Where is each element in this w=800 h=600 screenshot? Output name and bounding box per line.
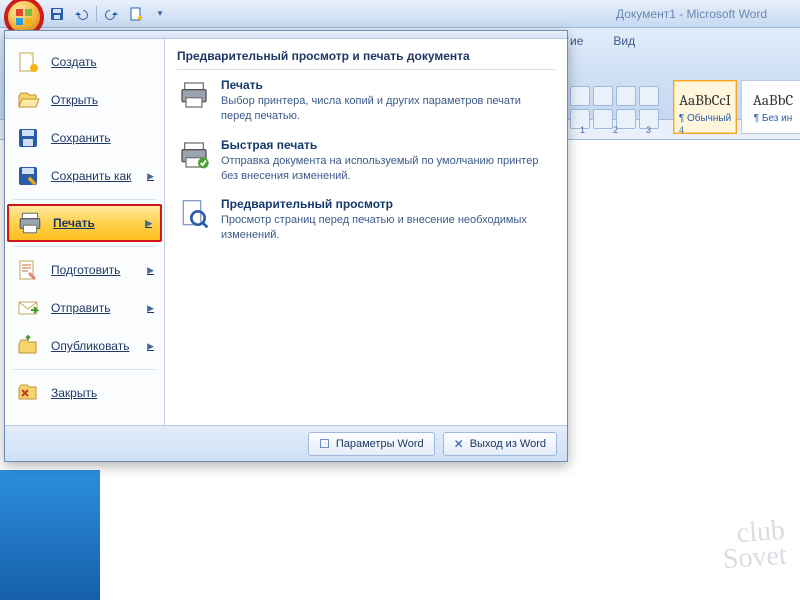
options-icon: ☐: [319, 437, 330, 451]
chevron-right-icon: ▶: [147, 265, 154, 276]
ruler-mark: 3: [646, 125, 651, 135]
menu-open[interactable]: Открыть: [7, 81, 162, 119]
title-bar: ▾ Документ1 - Microsoft Word: [0, 0, 800, 28]
submenu-print[interactable]: Печать Выбор принтера, числа копий и дру…: [177, 78, 555, 124]
send-icon: [15, 295, 41, 321]
multilevel-list-button[interactable]: [616, 86, 636, 106]
chevron-right-icon: ▶: [147, 341, 154, 352]
submenu-quick-print-title: Быстрая печать: [221, 138, 551, 152]
office-menu-footer: ☐ Параметры Word ✕ Выход из Word: [5, 425, 567, 461]
background-panel: [0, 470, 100, 600]
menu-separator: [13, 246, 156, 247]
submenu-print-title: Печать: [221, 78, 551, 92]
submenu-preview-desc: Просмотр страниц перед печатью и внесени…: [221, 213, 551, 243]
close-folder-icon: [15, 380, 41, 406]
close-icon: ✕: [454, 437, 464, 451]
qat-undo-button[interactable]: [72, 5, 90, 23]
bullet-list-button[interactable]: [570, 86, 590, 106]
menu-close[interactable]: Закрыть: [7, 374, 162, 412]
menu-create-label: Создать: [51, 55, 97, 69]
printer-icon: [17, 210, 43, 236]
save-icon: [15, 125, 41, 151]
exit-word-label: Выход из Word: [470, 438, 546, 450]
ribbon-tabs: ие Вид: [570, 28, 800, 52]
ribbon-paragraph-group: AaBbCcI ¶ Обычный AaBbC ¶ Без ин: [570, 80, 800, 134]
submenu-quick-print-desc: Отправка документа на используемый по ум…: [221, 154, 551, 184]
qat-separator: [96, 6, 97, 22]
qat-redo-button[interactable]: [103, 5, 121, 23]
new-doc-icon: [129, 7, 143, 21]
office-menu-right: Предварительный просмотр и печать докуме…: [165, 39, 567, 425]
word-options-label: Параметры Word: [336, 438, 424, 450]
style-normal-label: ¶ Обычный: [679, 113, 731, 124]
menu-separator: [13, 369, 156, 370]
ruler-mark: 4: [679, 125, 684, 135]
style-no-indent[interactable]: AaBbC ¶ Без ин: [741, 80, 800, 134]
chevron-right-icon: ▶: [145, 218, 152, 229]
menu-send[interactable]: Отправить ▶: [7, 289, 162, 327]
menu-save[interactable]: Сохранить: [7, 119, 162, 157]
align-center-button[interactable]: [593, 109, 613, 129]
menu-prepare[interactable]: Подготовить ▶: [7, 251, 162, 289]
office-logo-icon: [14, 7, 34, 27]
menu-print-label: Печать: [53, 216, 95, 230]
prepare-icon: [15, 257, 41, 283]
word-options-button[interactable]: ☐ Параметры Word: [308, 432, 435, 456]
redo-icon: [105, 7, 119, 21]
qat-save-button[interactable]: [48, 5, 66, 23]
menu-separator: [13, 199, 156, 200]
new-doc-icon: [15, 49, 41, 75]
printer-icon: [177, 78, 211, 112]
style-noindent-preview: AaBbC: [753, 91, 793, 109]
print-submenu-title: Предварительный просмотр и печать докуме…: [177, 47, 555, 70]
ruler-mark: 2: [613, 125, 618, 135]
office-menu-header: [5, 31, 567, 39]
print-preview-icon: [177, 197, 211, 231]
submenu-print-desc: Выбор принтера, числа копий и других пар…: [221, 94, 551, 124]
submenu-quick-print[interactable]: Быстрая печать Отправка документа на исп…: [177, 138, 555, 184]
menu-send-label: Отправить: [51, 301, 111, 315]
menu-print[interactable]: Печать ▶: [7, 204, 162, 242]
numbered-list-button[interactable]: [593, 86, 613, 106]
menu-open-label: Открыть: [51, 93, 98, 107]
menu-publish-label: Опубликовать: [51, 339, 129, 353]
undo-icon: [74, 7, 88, 21]
styles-gallery: AaBbCcI ¶ Обычный AaBbC ¶ Без ин: [673, 80, 800, 134]
quick-print-icon: [177, 138, 211, 172]
exit-word-button[interactable]: ✕ Выход из Word: [443, 432, 557, 456]
chevron-right-icon: ▶: [147, 303, 154, 314]
decrease-indent-button[interactable]: [639, 86, 659, 106]
office-menu-left: Создать Открыть Сохранить Сохранить как: [5, 39, 165, 425]
ruler-mark: 1: [580, 125, 585, 135]
menu-close-label: Закрыть: [51, 386, 97, 400]
open-folder-icon: [15, 87, 41, 113]
qat-customize-button[interactable]: ▾: [151, 5, 169, 23]
submenu-print-preview[interactable]: Предварительный просмотр Просмотр страни…: [177, 197, 555, 243]
submenu-preview-title: Предварительный просмотр: [221, 197, 551, 211]
style-noindent-label: ¶ Без ин: [754, 113, 793, 124]
window-title: Документ1 - Microsoft Word: [616, 7, 767, 21]
menu-save-as[interactable]: Сохранить как ▶: [7, 157, 162, 195]
align-right-button[interactable]: [616, 109, 636, 129]
publish-icon: [15, 333, 41, 359]
save-icon: [50, 7, 64, 21]
style-normal-preview: AaBbCcI: [679, 91, 731, 109]
menu-publish[interactable]: Опубликовать ▶: [7, 327, 162, 365]
chevron-right-icon: ▶: [147, 171, 154, 182]
ribbon-tab-partial[interactable]: ие: [570, 34, 583, 48]
ribbon-tab-view[interactable]: Вид: [613, 34, 635, 48]
qat-new-button[interactable]: [127, 5, 145, 23]
menu-prepare-label: Подготовить: [51, 263, 120, 277]
save-as-icon: [15, 163, 41, 189]
menu-create[interactable]: Создать: [7, 43, 162, 81]
document-area[interactable]: [572, 140, 800, 600]
menu-save-label: Сохранить: [51, 131, 111, 145]
quick-access-toolbar: ▾: [48, 5, 169, 23]
office-menu: Создать Открыть Сохранить Сохранить как: [4, 30, 568, 462]
menu-save-as-label: Сохранить как: [51, 169, 131, 183]
